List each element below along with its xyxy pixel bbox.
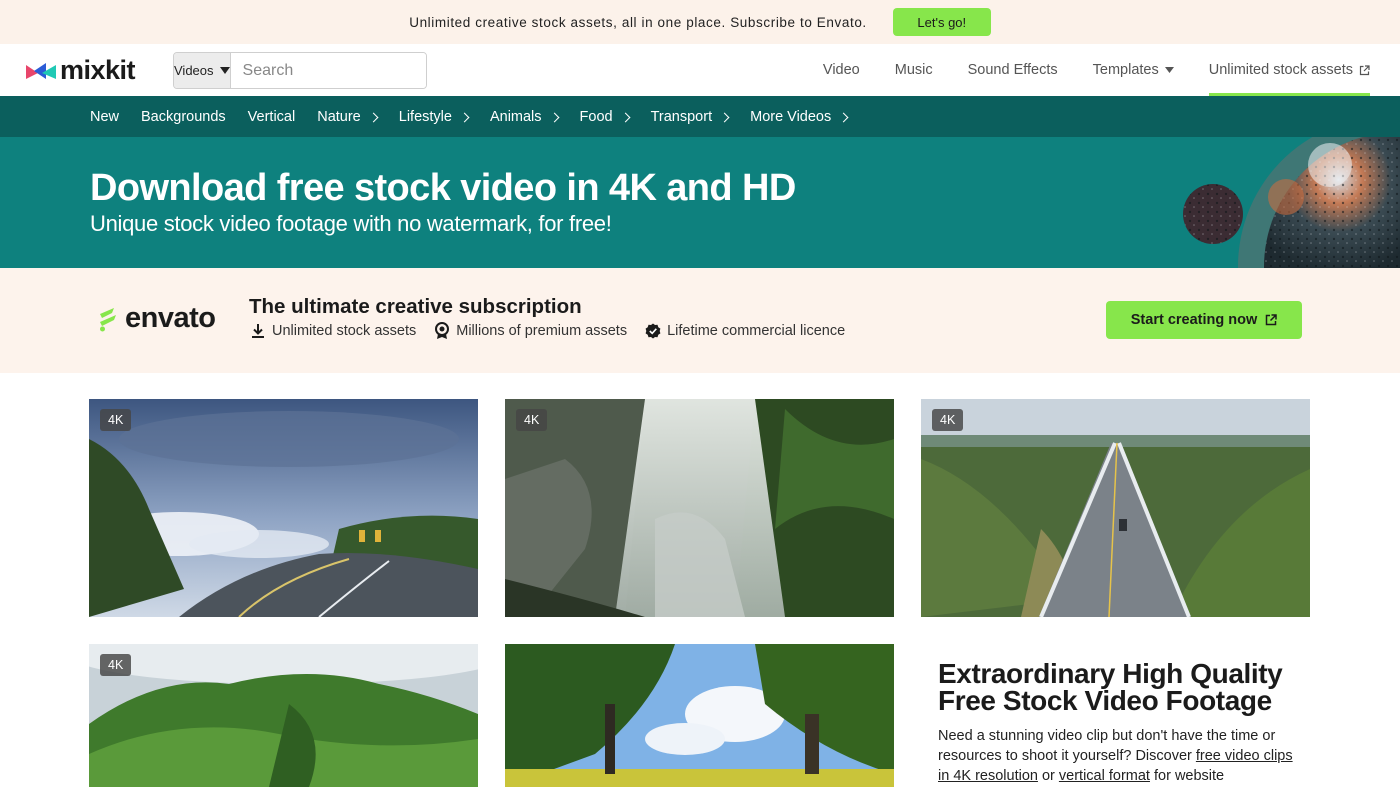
site-header: mixkit Videos Video Music Sound Effects … (0, 44, 1400, 96)
video-card-green-hills[interactable]: 4K (89, 644, 478, 787)
category-transport[interactable]: Transport (650, 108, 730, 125)
hero-subtitle: Unique stock video footage with no water… (90, 211, 612, 236)
chevron-right-icon (838, 112, 849, 122)
feature-item: Millions of premium assets (434, 322, 627, 340)
nav-templates-label: Templates (1092, 62, 1159, 78)
video-card-waterfall[interactable]: 4K (505, 399, 894, 617)
info-title: Extraordinary High Quality Free Stock Vi… (938, 660, 1298, 716)
chevron-right-icon (719, 112, 730, 122)
nav-templates[interactable]: Templates (1093, 44, 1174, 96)
video-thumbnail (505, 644, 894, 787)
feature-label: Lifetime commercial licence (667, 323, 846, 339)
hero-banner: Download free stock video in 4K and HD U… (0, 137, 1400, 268)
category-new[interactable]: New (90, 109, 119, 125)
category-nature[interactable]: Nature (317, 108, 379, 125)
category-label: Vertical (247, 108, 296, 125)
category-label: Nature (317, 108, 361, 125)
award-icon (435, 322, 450, 339)
category-label: Backgrounds (141, 108, 226, 125)
envato-promo: envato The ultimate creative subscriptio… (0, 268, 1400, 373)
video-card-oak-tree[interactable] (505, 644, 894, 787)
nav-video[interactable]: Video (823, 44, 860, 96)
category-label: New (90, 108, 120, 125)
verified-badge-icon (645, 323, 661, 339)
feature-label: Millions of premium assets (456, 323, 628, 339)
caret-down-icon (1164, 67, 1174, 73)
resolution-badge: 4K (100, 654, 132, 676)
logo-wordmark: mixkit (60, 55, 136, 85)
video-card-mountain-road[interactable]: 4K (89, 399, 478, 617)
category-food[interactable]: Food (579, 108, 631, 125)
mixkit-logo[interactable]: mixkit (26, 55, 136, 86)
search-input[interactable] (230, 53, 426, 88)
lets-go-button[interactable]: Let's go! (892, 8, 991, 36)
promo-bar: Unlimited creative stock assets, all in … (0, 0, 1400, 44)
envato-title: The ultimate creative subscription (249, 295, 582, 318)
category-animals[interactable]: Animals (489, 108, 559, 125)
category-label: Animals (489, 108, 542, 125)
vertical-format-link[interactable]: vertical format (1059, 768, 1150, 784)
chevron-right-icon (459, 112, 470, 122)
search-category-label: Videos (174, 63, 214, 78)
nav-sound-effects-label: Sound Effects (967, 62, 1058, 78)
nav-music[interactable]: Music (895, 44, 933, 96)
video-thumbnail (505, 399, 894, 617)
category-backgrounds[interactable]: Backgrounds (141, 109, 226, 125)
category-nav: New Backgrounds Vertical Nature Lifestyl… (0, 96, 1400, 137)
download-icon (252, 324, 264, 338)
nav-video-label: Video (822, 62, 860, 78)
feature-item: Unlimited stock assets (250, 322, 416, 340)
info-title-line2: Free Stock Video Footage (938, 685, 1272, 716)
category-vertical[interactable]: Vertical (248, 109, 296, 125)
nav-unlimited-label: Unlimited stock assets (1208, 62, 1353, 78)
caret-down-icon (219, 67, 230, 74)
nav-unlimited-stock-assets[interactable]: Unlimited stock assets (1208, 44, 1371, 96)
info-body-end: for website (1149, 768, 1225, 784)
external-link-icon (1266, 314, 1277, 326)
category-label: Lifestyle (398, 108, 452, 125)
chevron-right-icon (368, 112, 379, 122)
promo-text: Unlimited creative stock assets, all in … (409, 14, 867, 30)
category-label: Food (579, 108, 613, 125)
video-thumbnail (921, 399, 1310, 617)
main-nav: Video Music Sound Effects Templates Unli… (823, 44, 1371, 96)
category-more-videos[interactable]: More Videos (750, 108, 849, 125)
search-bar: Videos (173, 52, 427, 89)
feature-item: Lifetime commercial licence (645, 322, 845, 340)
category-label: More Videos (750, 108, 832, 125)
video-thumbnail (89, 644, 478, 787)
nav-music-label: Music (894, 62, 933, 78)
hero-decoration (1183, 137, 1400, 268)
resolution-badge: 4K (932, 409, 964, 431)
start-creating-label: Start creating now (1130, 312, 1258, 328)
envato-wordmark: envato (125, 302, 216, 334)
chevron-right-icon (620, 112, 631, 122)
category-lifestyle[interactable]: Lifestyle (398, 108, 470, 125)
mixkit-logo-icon (26, 62, 56, 79)
envato-leaf-icon (100, 307, 116, 331)
info-paragraph: Need a stunning video clip but don't hav… (938, 726, 1298, 786)
external-link-icon (1359, 64, 1370, 75)
hero-title: Download free stock video in 4K and HD (90, 167, 796, 209)
nav-sound-effects[interactable]: Sound Effects (968, 44, 1058, 96)
video-card-bridge[interactable]: 4K (921, 399, 1310, 617)
info-block: Extraordinary High Quality Free Stock Vi… (938, 660, 1298, 786)
chevron-right-icon (549, 112, 559, 122)
category-label: Transport (650, 108, 713, 125)
resolution-badge: 4K (100, 409, 132, 431)
resolution-badge: 4K (516, 409, 548, 431)
info-body-mid: or (1037, 768, 1059, 784)
search-category-dropdown[interactable]: Videos (174, 53, 231, 88)
video-thumbnail (89, 399, 478, 617)
start-creating-button[interactable]: Start creating now (1106, 301, 1302, 339)
envato-features: Unlimited stock assets Millions of premi… (250, 322, 845, 340)
envato-logo[interactable]: envato (97, 302, 216, 335)
feature-label: Unlimited stock assets (272, 323, 417, 339)
